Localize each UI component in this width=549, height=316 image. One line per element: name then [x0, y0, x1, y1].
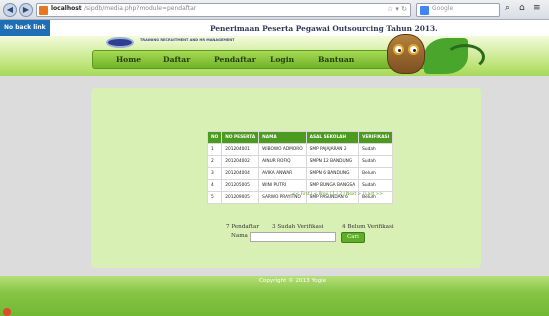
- cell-asal-sekolah: SMP PAJAJARAN 2: [305, 143, 360, 156]
- status-icon: [3, 308, 11, 316]
- table-row: 1 201204001 WIBOWO ADMORO SMP PAJAJARAN …: [206, 143, 394, 156]
- cell-nama: WIBOWO ADMORO: [258, 143, 307, 156]
- back-icon[interactable]: ◀: [3, 3, 17, 17]
- owl-mascot: [387, 34, 425, 74]
- menu-bantuan[interactable]: Bantuan: [318, 55, 354, 64]
- cell-no-peserta: 201205005: [221, 179, 260, 192]
- page-title: Penerimaan Peserta Pegawai Outsourcing T…: [210, 24, 438, 33]
- cell-verifikasi: Sudah: [358, 143, 394, 156]
- cell-no: 1: [206, 143, 223, 156]
- back-link[interactable]: No back link: [0, 20, 50, 36]
- col-verifikasi: VERIFIKASI: [358, 131, 394, 144]
- cell-no: 2: [206, 155, 223, 168]
- cell-verifikasi: Sudah: [358, 155, 394, 168]
- address-bar[interactable]: localhost /sipdb/media.php?module=pendaf…: [36, 3, 411, 17]
- cell-verifikasi: Belum: [358, 167, 394, 180]
- cell-nama: AINUR ROFIQ: [258, 155, 307, 168]
- forward-icon[interactable]: ▶: [19, 3, 33, 17]
- logo-text: TRAINING RECRUITMENT AND HR MANAGEMENT: [140, 38, 235, 42]
- cell-no-peserta: 201209005: [221, 191, 260, 204]
- table-row: 2 201204002 AINUR ROFIQ SMPN 12 BANDUNG …: [206, 155, 394, 168]
- cell-no-peserta: 201204002: [221, 155, 260, 168]
- menu-icon[interactable]: ≡: [533, 3, 541, 13]
- nav-menu: [92, 50, 437, 69]
- stat-sudah: 3 Sudah Verifikasi: [272, 224, 324, 230]
- browser-search-placeholder: Google: [432, 5, 454, 12]
- cell-no-peserta: 201204001: [221, 143, 260, 156]
- google-icon: [420, 6, 429, 15]
- nama-input[interactable]: [250, 232, 336, 242]
- stat-belum: 4 Belum Verifikasi: [342, 224, 394, 230]
- menu-pendaftar[interactable]: Pendaftar: [214, 55, 256, 64]
- url-host: localhost: [51, 5, 82, 12]
- table-row: 4 201205005 WINI PUTRI SMP BUNGA BANGSA …: [206, 179, 394, 192]
- owl-eye-icon: [393, 44, 404, 55]
- logo-icon: [106, 37, 134, 48]
- stat-pendaftar: 7 Pendaftar: [226, 224, 260, 230]
- menu-login[interactable]: Login: [270, 55, 294, 64]
- table-row: 3 201204004 AVIKA ANWAR SMPN 6 BANDUNG B…: [206, 167, 394, 180]
- menu-daftar[interactable]: Daftar: [163, 55, 190, 64]
- owl-eye-icon: [408, 44, 419, 55]
- col-no-peserta: NO PESERTA: [221, 131, 260, 144]
- favicon-icon: [39, 6, 48, 15]
- pagination[interactable]: << First | < Prev | 1 | 2 | Next > | Las…: [292, 192, 383, 197]
- nama-label: Nama: [231, 233, 248, 239]
- menu-home[interactable]: Home: [116, 55, 141, 64]
- col-no: NO: [206, 131, 223, 144]
- col-asal-sekolah: ASAL SEKOLAH: [305, 131, 360, 144]
- browser-search-box[interactable]: Google: [416, 3, 500, 17]
- reload-icon[interactable]: ☆ ▾ ↻: [387, 5, 407, 13]
- cell-asal-sekolah: SMPN 12 BANDUNG: [305, 155, 360, 168]
- url-path: /sipdb/media.php?module=pendaftar: [84, 5, 197, 12]
- col-nama: NAMA: [258, 131, 307, 144]
- cell-no: 3: [206, 167, 223, 180]
- cell-nama: WINI PUTRI: [258, 179, 307, 192]
- cell-verifikasi: Sudah: [358, 179, 394, 192]
- cell-no-peserta: 201204004: [221, 167, 260, 180]
- swoosh-decoration: [445, 44, 485, 70]
- table-header-row: NO NO PESERTA NAMA ASAL SEKOLAH VERIFIKA…: [206, 131, 394, 144]
- footer-copyright: Copyright © 2013 Yogie: [259, 278, 327, 284]
- search-icon[interactable]: ⌕: [505, 3, 510, 13]
- cell-no: 4: [206, 179, 223, 192]
- home-icon[interactable]: ⌂: [519, 3, 525, 13]
- cell-no: 5: [206, 191, 223, 204]
- cell-asal-sekolah: SMP BUNGA BANGSA: [305, 179, 360, 192]
- cari-button[interactable]: Cari: [341, 232, 365, 243]
- cell-nama: AVIKA ANWAR: [258, 167, 307, 180]
- cell-asal-sekolah: SMPN 6 BANDUNG: [305, 167, 360, 180]
